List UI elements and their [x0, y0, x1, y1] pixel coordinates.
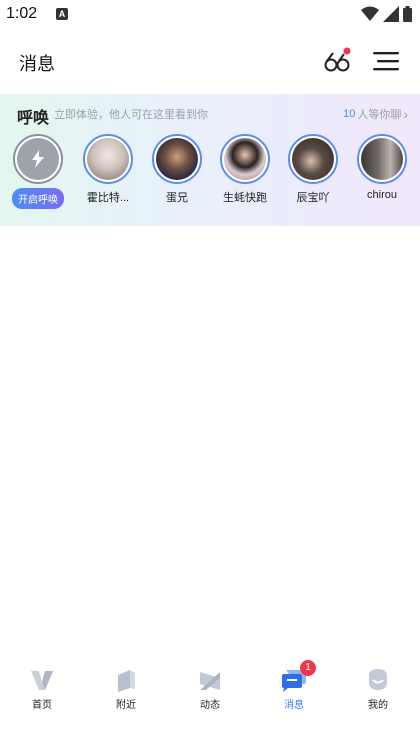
glasses-icon[interactable]: [322, 46, 352, 76]
start-call-button[interactable]: 开启呼唤: [12, 188, 64, 209]
status-bar: 1:02 A: [0, 0, 420, 30]
avatar-row: 开启呼唤 霍比特... 蛋兄 生蚝快跑 辰宝吖 chirou: [0, 134, 420, 214]
nav-moments[interactable]: 动态: [180, 660, 240, 711]
battery-icon: [403, 6, 412, 22]
avatar-name: 蛋兄: [166, 192, 188, 204]
avatar-photo: [361, 138, 403, 180]
avatar[interactable]: [357, 134, 407, 184]
avatar-photo: [292, 138, 334, 180]
moments-icon: [196, 666, 224, 694]
header: 消息: [0, 40, 420, 84]
avatar[interactable]: [288, 134, 338, 184]
nav-nearby[interactable]: 附近: [96, 660, 156, 711]
huhuan-user[interactable]: chirou: [352, 134, 412, 201]
bottom-nav: 首页 附近 动态 1 消息 我的: [0, 660, 420, 720]
avatar[interactable]: [220, 134, 270, 184]
waiting-count: 10: [343, 108, 356, 120]
nav-label: 动态: [200, 700, 220, 711]
avatar-photo: [156, 138, 198, 180]
nav-label: 附近: [116, 700, 136, 711]
avatar-photo: [87, 138, 129, 180]
signal-icon: [383, 6, 399, 22]
huhuan-user[interactable]: 辰宝吖: [283, 134, 343, 205]
waiting-link[interactable]: 10 人等你聊 ›: [343, 106, 408, 122]
lightning-icon: [17, 138, 59, 180]
avatar-name: 生蚝快跑: [223, 192, 267, 204]
nav-label: 消息: [284, 700, 304, 711]
avatar-name: 霍比特...: [86, 192, 130, 204]
unread-badge: 1: [300, 660, 316, 676]
nav-profile[interactable]: 我的: [348, 660, 408, 711]
avatar-name: chirou: [367, 189, 397, 201]
avatar-name: 辰宝吖: [296, 192, 330, 204]
page-title: 消息: [19, 54, 55, 74]
huhuan-user[interactable]: 生蚝快跑: [215, 134, 275, 205]
avatar[interactable]: [83, 134, 133, 184]
nav-messages[interactable]: 1 消息: [264, 660, 324, 711]
system-icons: [361, 6, 412, 22]
avatar[interactable]: [152, 134, 202, 184]
nav-home[interactable]: 首页: [12, 660, 72, 711]
huhuan-title: 呼唤: [17, 110, 50, 127]
waiting-text: 人等你聊: [357, 109, 402, 121]
messages-icon: 1: [280, 660, 316, 694]
huhuan-user[interactable]: 霍比特...: [78, 134, 138, 205]
huhuan-banner: 呼唤 立即体验，他人可在这里看到你 10 人等你聊 › 开启呼唤 霍比特...: [0, 94, 420, 226]
status-time: 1:02: [6, 5, 38, 22]
call-item[interactable]: 开启呼唤: [8, 134, 68, 209]
huhuan-user[interactable]: 蛋兄: [147, 134, 207, 205]
avatar-photo: [224, 138, 266, 180]
profile-icon: [364, 666, 392, 694]
huhuan-subtitle: 立即体验，他人可在这里看到你: [54, 109, 208, 121]
chevron-right-icon: ›: [403, 106, 408, 122]
notification-icon: A: [56, 8, 68, 20]
menu-icon[interactable]: [372, 50, 400, 72]
home-icon: [28, 666, 56, 694]
nav-label: 我的: [368, 700, 388, 711]
wifi-icon: [361, 6, 379, 21]
call-avatar[interactable]: [13, 134, 63, 184]
nearby-icon: [112, 666, 140, 694]
nav-label: 首页: [32, 700, 52, 711]
